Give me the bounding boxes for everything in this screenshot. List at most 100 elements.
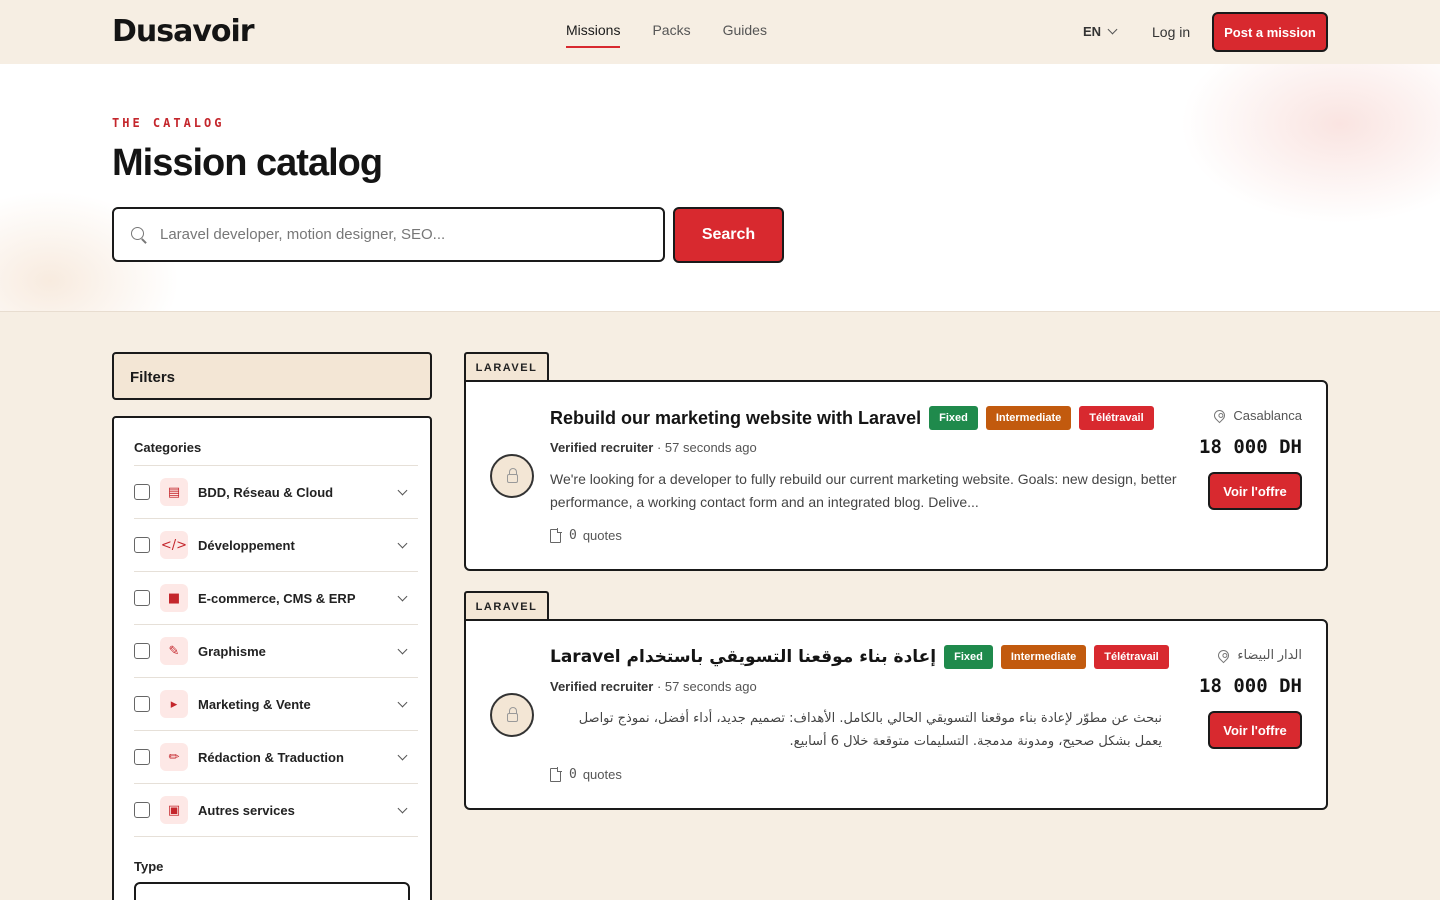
mission-price: 18 000 DH: [1199, 436, 1302, 458]
search-box[interactable]: [112, 207, 665, 262]
mission-location: الدار البيضاء: [1216, 647, 1302, 663]
nav-packs[interactable]: Packs: [652, 22, 690, 48]
category-row[interactable]: ■ E-commerce, CMS & ERP: [134, 572, 418, 625]
quotes-count: 0 quotes: [550, 527, 622, 543]
decorative-glow: [1180, 64, 1440, 224]
mission-title[interactable]: إعادة بناء موقعنا التسويقي باستخدام Lara…: [550, 647, 936, 667]
login-link[interactable]: Log in: [1152, 24, 1190, 40]
nav-guides[interactable]: Guides: [723, 22, 767, 48]
mission-card[interactable]: إعادة بناء موقعنا التسويقي باستخدام Lara…: [464, 619, 1328, 810]
top-header: Dusavoir Missions Packs Guides EN Log in…: [0, 0, 1440, 64]
search-input[interactable]: [160, 226, 640, 243]
language-label: EN: [1083, 24, 1102, 39]
chevron-down-icon[interactable]: [397, 538, 408, 548]
category-checkbox[interactable]: [134, 749, 150, 765]
type-title: Type: [134, 859, 164, 874]
badge-level: Intermediate: [1000, 645, 1087, 669]
map-pin-icon: [1216, 647, 1232, 663]
chevron-down-icon[interactable]: [397, 697, 408, 707]
chevron-down-icon[interactable]: [397, 803, 408, 813]
quotes-number: 0: [569, 528, 577, 543]
category-checkbox[interactable]: [134, 696, 150, 712]
quotes-label: quotes: [582, 767, 622, 782]
badge-level: Intermediate: [985, 406, 1072, 430]
category-label: Marketing & Vente: [198, 696, 311, 712]
mission-meta: Verified recruiter · 57 seconds ago: [550, 679, 757, 694]
view-offer-button[interactable]: Voir l'offre: [1208, 472, 1302, 510]
eyebrow-label: THE CATALOG: [112, 116, 225, 130]
mission-title[interactable]: Rebuild our marketing website with Larav…: [550, 408, 921, 429]
category-checkbox[interactable]: [134, 537, 150, 553]
chevron-down-icon[interactable]: [397, 750, 408, 760]
lock-icon: [490, 454, 534, 498]
categories-title: Categories: [134, 440, 418, 466]
category-row[interactable]: ▤ BDD, Réseau & Cloud: [134, 466, 418, 519]
mission-description: We're looking for a developer to fully r…: [550, 471, 1177, 510]
posted-time: 57 seconds ago: [664, 679, 757, 694]
quotes-label: quotes: [582, 528, 622, 543]
category-checkbox[interactable]: [134, 802, 150, 818]
meta-separator: ·: [656, 440, 662, 455]
category-row[interactable]: ▸ Marketing & Vente: [134, 678, 418, 731]
post-mission-button[interactable]: Post a mission: [1212, 12, 1328, 52]
megaphone-icon: ▸: [160, 690, 188, 718]
category-label: Développement: [198, 537, 295, 553]
badge-fixed: Fixed: [929, 406, 978, 430]
quotes-count: 0 quotes: [550, 766, 622, 782]
mission-card[interactable]: Rebuild our marketing website with Larav…: [464, 380, 1328, 571]
quotes-number: 0: [569, 767, 577, 782]
category-label: Autres services: [198, 802, 295, 818]
category-checkbox[interactable]: [134, 590, 150, 606]
category-checkbox[interactable]: [134, 643, 150, 659]
mission-description: نبحث عن مطوّر لإعادة بناء موقعنا التسويق…: [578, 711, 1162, 749]
hero-section: THE CATALOG Mission catalog Search: [0, 64, 1440, 312]
mission-meta: Verified recruiter · 57 seconds ago: [550, 440, 757, 455]
filters-panel: Categories ▤ BDD, Réseau & Cloud </> Dév…: [112, 416, 432, 900]
map-pin-icon: [1212, 407, 1228, 424]
brush-icon: ✎: [160, 637, 188, 665]
recruiter-label: Verified recruiter: [550, 440, 654, 455]
view-offer-button[interactable]: Voir l'offre: [1208, 711, 1302, 749]
chevron-down-icon[interactable]: [397, 485, 408, 495]
chevron-down-icon[interactable]: [397, 644, 408, 654]
chevron-down-icon[interactable]: [397, 591, 408, 601]
type-select[interactable]: [134, 882, 410, 900]
document-icon: [550, 766, 562, 782]
logo[interactable]: Dusavoir: [112, 14, 255, 49]
lock-icon: [490, 693, 534, 737]
badge-fixed: Fixed: [944, 645, 993, 669]
code-icon: </>: [160, 531, 188, 559]
pen-icon: ✏: [160, 743, 188, 771]
category-row[interactable]: ✏ Rédaction & Traduction: [134, 731, 418, 784]
language-selector[interactable]: EN: [1083, 24, 1118, 39]
category-row[interactable]: ▣ Autres services: [134, 784, 418, 837]
mission-title-row: إعادة بناء موقعنا التسويقي باستخدام Lara…: [550, 645, 1169, 669]
recruiter-label: Verified recruiter: [550, 679, 654, 694]
database-icon: ▤: [160, 478, 188, 506]
document-icon: [550, 527, 562, 543]
category-label: BDD, Réseau & Cloud: [198, 484, 334, 500]
mission-title-row: Rebuild our marketing website with Larav…: [550, 406, 1154, 430]
briefcase-icon: ▣: [160, 796, 188, 824]
location-label: الدار البيضاء: [1237, 647, 1302, 662]
search-icon: [130, 226, 148, 244]
category-row[interactable]: ✎ Graphisme: [134, 625, 418, 678]
mission-tag: LARAVEL: [464, 352, 549, 382]
badge-remote: Télétravail: [1079, 406, 1154, 430]
search-button[interactable]: Search: [673, 207, 784, 263]
page-title: Mission catalog: [112, 142, 383, 184]
chevron-down-icon: [1107, 24, 1118, 35]
badge-remote: Télétravail: [1094, 645, 1169, 669]
category-label: Rédaction & Traduction: [198, 749, 344, 765]
nav-missions[interactable]: Missions: [566, 22, 621, 48]
mission-location: Casablanca: [1212, 407, 1302, 424]
mission-tag: LARAVEL: [464, 591, 549, 621]
filters-header[interactable]: Filters: [112, 352, 432, 400]
category-row[interactable]: </> Développement: [134, 519, 418, 572]
posted-time: 57 seconds ago: [664, 440, 757, 455]
main-nav: Missions Packs Guides: [566, 22, 767, 48]
meta-separator: ·: [656, 679, 662, 694]
category-checkbox[interactable]: [134, 484, 150, 500]
category-label: E-commerce, CMS & ERP: [198, 590, 356, 606]
mission-price: 18 000 DH: [1199, 675, 1302, 697]
